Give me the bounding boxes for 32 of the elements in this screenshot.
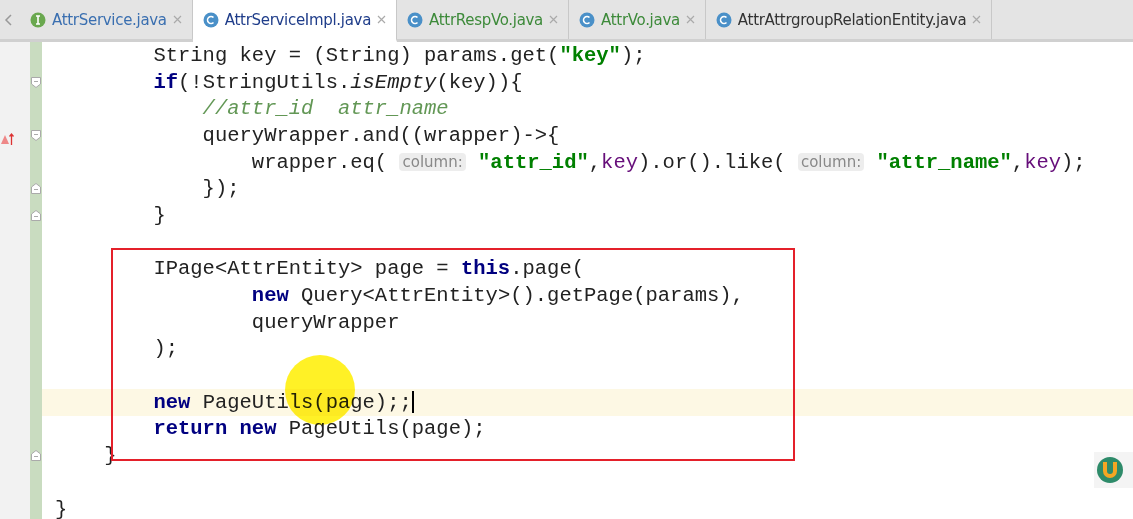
class-icon xyxy=(715,11,732,28)
code-line: String key = (String) params.get("key"); xyxy=(152,43,646,67)
close-icon[interactable] xyxy=(172,15,182,24)
interface-icon xyxy=(30,11,46,28)
code-line: IPage<AttrEntity> page = this.page( xyxy=(152,257,584,281)
fold-marker-icon[interactable] xyxy=(31,183,41,195)
code-line: } xyxy=(152,203,166,227)
close-icon[interactable] xyxy=(685,15,695,24)
fold-marker-icon[interactable] xyxy=(31,129,41,141)
close-icon[interactable] xyxy=(377,15,387,24)
code-line: ); xyxy=(152,337,179,361)
file-tab[interactable]: AttrServiceImpl.java xyxy=(192,0,398,42)
close-icon[interactable] xyxy=(972,15,982,24)
class-icon xyxy=(579,11,595,28)
code-line: wrapper.eq( column: "attr_id",key).or().like( column: "attr_name",key); xyxy=(250,150,1086,174)
class-icon xyxy=(407,11,424,28)
close-icon[interactable] xyxy=(549,15,558,24)
code-line: if(!StringUtils.isEmpty(key)){ xyxy=(152,70,523,94)
code-line: new Query<AttrEntity>().getPage(params), xyxy=(250,284,744,308)
code-line: } xyxy=(55,497,68,519)
code-line: //attr_id attr_name xyxy=(201,97,449,121)
fold-marker-icon[interactable] xyxy=(31,450,41,462)
plugin-logo-icon[interactable] xyxy=(1096,456,1124,484)
code-line: queryWrapper.and((wrapper)->{ xyxy=(201,123,560,147)
fold-marker-icon[interactable] xyxy=(31,76,41,88)
code-line: }); xyxy=(201,177,240,201)
code-line: return new PageUtils(page); xyxy=(152,417,486,441)
error-arrow-icon xyxy=(0,132,14,146)
code-line: queryWrapper xyxy=(250,310,400,334)
fold-marker-icon[interactable] xyxy=(31,209,41,221)
scroll-left-icon[interactable] xyxy=(4,13,12,26)
class-icon xyxy=(202,11,219,28)
